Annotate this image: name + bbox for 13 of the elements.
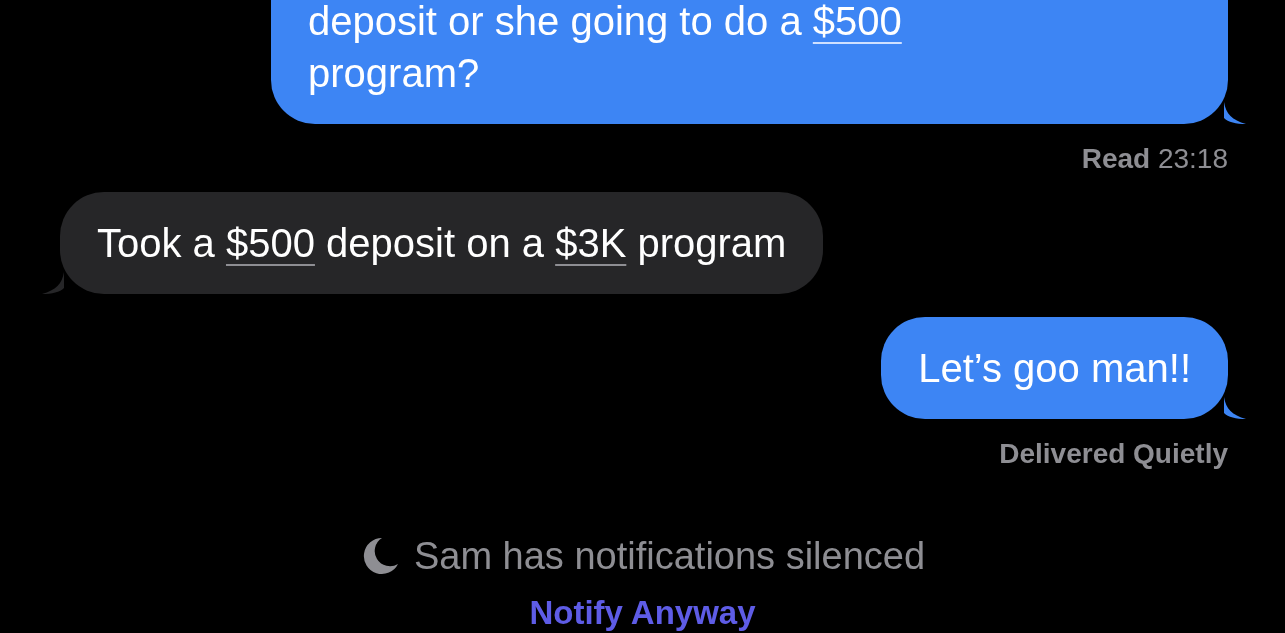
message-status: Read 23:18 [1081,142,1228,176]
notify-anyway-link[interactable]: Notify Anyway [529,593,756,633]
message-status: Delivered Quietly [999,437,1228,471]
bubble-tail [42,272,64,295]
message-bubble: Let’s goo man!! [881,317,1228,419]
link[interactable]: $500 [225,221,315,266]
link[interactable]: $500 [812,0,902,43]
notice-text: Sam has notifications silenced [413,534,926,579]
message-bubble: Took a $500 deposit on a $3K program [60,192,824,295]
link[interactable]: $3K [555,221,627,266]
bubble-tail [1224,397,1246,419]
bubble-tail [1224,102,1246,124]
message-bubble: deposit or she going to do a $500 program? [271,0,1228,124]
